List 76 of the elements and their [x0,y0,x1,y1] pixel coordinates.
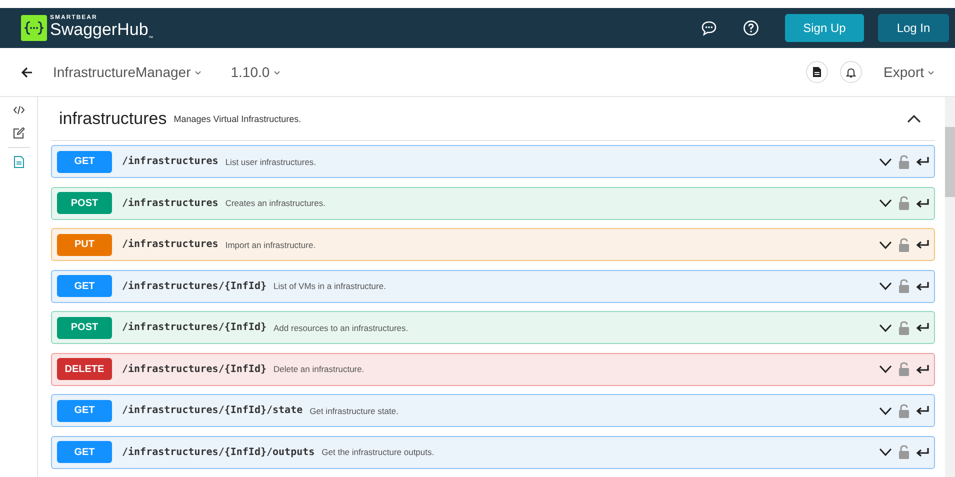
endpoint-path: /infrastructures/{InfId}/outputs [122,446,315,458]
operation-row[interactable]: POST /infrastructures/{InfId} Add resources to an infrastructures. [51,311,935,344]
method-badge: GET [57,275,112,297]
operation-row[interactable]: PUT /infrastructures Import an infrastructure. [51,228,935,261]
method-badge: POST [57,316,112,338]
caret-icon [194,71,201,76]
expand-chevron-icon[interactable] [879,158,892,166]
code-icon[interactable] [12,105,24,115]
return-arrow-icon[interactable] [916,448,929,456]
operation-row[interactable]: GET /infrastructures List user infrastructures. [51,145,935,178]
lock-icon[interactable] [899,404,909,418]
expand-chevron-icon[interactable] [879,448,892,456]
return-arrow-icon[interactable] [916,364,929,374]
expand-chevron-icon[interactable] [879,199,892,207]
export-dropdown[interactable]: Export [884,64,934,80]
lock-icon[interactable] [899,320,909,334]
endpoint-summary: Creates an infrastructures. [225,198,326,208]
caret-icon [274,71,280,76]
return-arrow-icon[interactable] [916,240,929,249]
api-name-dropdown[interactable]: InfrastructureManager [53,64,201,80]
operation-row[interactable]: GET /infrastructures/{InfId} List of VMs in a infrastructure. [51,270,935,302]
method-badge: GET [57,441,112,463]
trademark: ™ [148,35,154,42]
operation-row[interactable]: POST /infrastructures Creates an infrastructures. [51,186,935,220]
help-icon[interactable] [743,20,759,36]
caret-icon [928,71,934,76]
method-badge: PUT [57,234,112,256]
endpoint-path: /infrastructures/{InfId}/state [122,405,303,416]
bell-icon[interactable] [840,61,862,83]
return-arrow-icon[interactable] [916,157,929,166]
expand-chevron-icon[interactable] [879,324,892,332]
collapse-chevron-icon[interactable] [907,114,921,122]
endpoint-summary: Delete an infrastructure. [274,364,364,374]
chat-icon[interactable] [701,20,717,36]
log-in-button[interactable]: Log In [878,14,949,42]
lock-icon[interactable] [899,196,909,210]
lock-icon[interactable] [899,154,909,168]
endpoint-summary: Get the infrastructure outputs. [322,447,434,457]
expand-chevron-icon[interactable] [879,240,892,248]
endpoint-summary: List user infrastructures. [225,156,316,166]
logo-icon [21,14,47,41]
endpoint-path: /infrastructures [122,156,218,167]
section-title[interactable]: infrastructures [59,108,167,128]
scrollbar-thumb[interactable] [945,127,955,197]
endpoint-summary: Import an infrastructure. [225,240,316,250]
lock-icon[interactable] [899,279,909,293]
method-badge: GET [57,150,112,172]
brand-name: SwaggerHub$_{™}$ [50,20,154,42]
expand-chevron-icon[interactable] [879,406,892,414]
endpoint-path: /infrastructures [122,198,218,208]
endpoint-path: /infrastructures/{InfId} [122,364,266,374]
endpoint-summary: List of VMs in a infrastructure. [274,281,386,291]
return-arrow-icon[interactable] [916,198,929,208]
method-badge: DELETE [57,358,112,380]
expand-chevron-icon[interactable] [879,282,892,290]
lock-icon[interactable] [899,445,909,459]
operation-row[interactable]: GET /infrastructures/{InfId}/state Get infrastructure state. [51,394,935,427]
endpoint-summary: Add resources to an infrastructures. [274,322,408,332]
section-description: Manages Virtual Infrastructures. [174,114,302,124]
operation-row[interactable]: GET /infrastructures/{InfId}/outputs Get the infrastructure outputs. [51,436,935,468]
method-badge: POST [57,192,112,214]
endpoint-path: /infrastructures/{InfId} [122,322,266,333]
endpoint-path: /infrastructures/{InfId} [122,280,266,292]
back-arrow-icon[interactable] [21,66,33,78]
scrollbar[interactable] [945,97,955,477]
endpoint-summary: Get infrastructure state. [310,406,398,416]
return-arrow-icon[interactable] [916,282,929,290]
edit-icon[interactable] [12,127,24,139]
method-badge: GET [57,400,112,422]
operation-row[interactable]: DELETE /infrastructures/{InfId} Delete an infrastructure. [51,352,935,386]
expand-chevron-icon[interactable] [879,365,892,373]
return-arrow-icon[interactable] [916,406,929,415]
lock-icon[interactable] [899,238,909,252]
endpoint-path: /infrastructures [122,239,218,250]
version-dropdown[interactable]: 1.10.0 [230,64,280,80]
return-arrow-icon[interactable] [916,323,929,332]
